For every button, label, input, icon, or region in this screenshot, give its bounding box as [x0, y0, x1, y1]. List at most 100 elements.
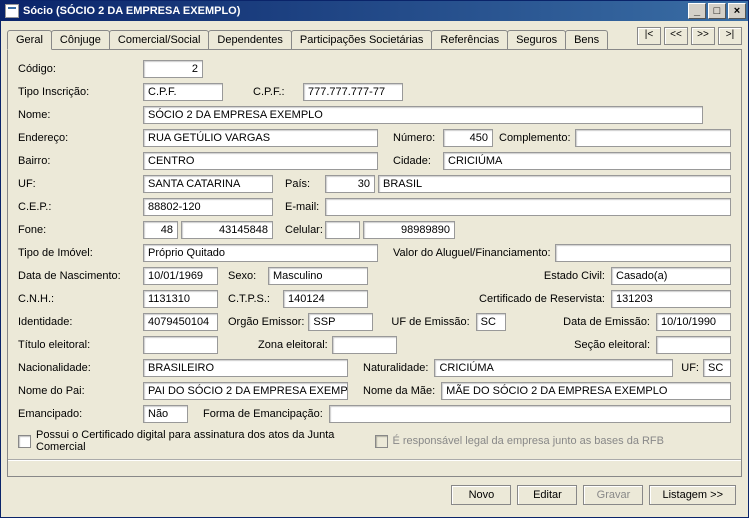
field-naturalidade[interactable]: CRICIÚMA — [434, 359, 673, 377]
tab-geral[interactable]: Geral — [7, 30, 52, 50]
label-pais: País: — [285, 178, 325, 190]
field-ctps[interactable]: 140124 — [283, 290, 368, 308]
label-nome-mae: Nome da Mãe: — [363, 385, 435, 397]
field-uf[interactable]: SANTA CATARINA — [143, 175, 273, 193]
field-cep[interactable]: 88802-120 — [143, 198, 273, 216]
tab-panel-geral: Código: 2 Tipo Inscrição: C.P.F. C.P.F.:… — [7, 49, 742, 477]
tab-bens[interactable]: Bens — [565, 30, 608, 49]
app-icon — [5, 4, 19, 18]
label-cnh: C.N.H.: — [18, 293, 143, 305]
label-forma-emancipacao: Forma de Emancipação: — [203, 408, 323, 420]
field-naturalidade-uf[interactable]: SC — [703, 359, 731, 377]
field-email[interactable] — [325, 198, 731, 216]
field-tipo-imovel[interactable]: Próprio Quitado — [143, 244, 378, 262]
checkbox-responsavel-rfb — [375, 435, 388, 448]
window: Sócio (SÓCIO 2 DA EMPRESA EXEMPLO) _ □ ×… — [0, 0, 749, 518]
field-cidade[interactable]: CRICIÚMA — [443, 152, 731, 170]
label-nome: Nome: — [18, 109, 143, 121]
button-bar: Novo Editar Gravar Listagem >> — [7, 477, 742, 511]
checkbox-certificado-digital[interactable] — [18, 435, 31, 448]
label-cidade: Cidade: — [393, 155, 443, 167]
client-area: Geral Cônjuge Comercial/Social Dependent… — [1, 21, 748, 517]
field-codigo[interactable]: 2 — [143, 60, 203, 78]
nav-first[interactable]: |< — [637, 27, 661, 45]
field-zona-eleitoral[interactable] — [332, 336, 397, 354]
tab-dependentes[interactable]: Dependentes — [208, 30, 291, 49]
field-identidade[interactable]: 4079450104 — [143, 313, 218, 331]
label-data-emissao: Data de Emissão: — [506, 316, 650, 328]
field-cpf[interactable]: 777.777.777-77 — [303, 83, 403, 101]
field-nome-pai[interactable]: PAI DO SÓCIO 2 DA EMPRESA EXEMPLO — [143, 382, 348, 400]
field-data-emissao[interactable]: 10/10/1990 — [656, 313, 731, 331]
field-pais-nome[interactable]: BRASIL — [378, 175, 731, 193]
field-numero[interactable]: 450 — [443, 129, 493, 147]
label-tipo-inscricao: Tipo Inscrição: — [18, 86, 143, 98]
field-orgao-emissor[interactable]: SSP — [308, 313, 373, 331]
nav-prev[interactable]: << — [664, 27, 688, 45]
field-cert-reserv[interactable]: 131203 — [611, 290, 731, 308]
close-button[interactable]: × — [728, 3, 746, 19]
field-fone-num[interactable]: 43145848 — [181, 221, 273, 239]
label-zona-eleitoral: Zona eleitoral: — [258, 339, 328, 351]
field-complemento[interactable] — [575, 129, 731, 147]
field-sexo[interactable]: Masculino — [268, 267, 368, 285]
field-nome[interactable]: SÓCIO 2 DA EMPRESA EXEMPLO — [143, 106, 703, 124]
field-celular-num[interactable]: 98989890 — [363, 221, 455, 239]
field-celular-ddd[interactable] — [325, 221, 360, 239]
field-data-nasc[interactable]: 10/01/1969 — [143, 267, 218, 285]
listagem-button[interactable]: Listagem >> — [649, 485, 736, 505]
field-emancipado[interactable]: Não — [143, 405, 188, 423]
label-orgao-emissor: Orgão Emissor: — [228, 316, 304, 328]
tab-referencias[interactable]: Referências — [431, 30, 508, 49]
label-secao-eleitoral: Seção eleitoral: — [397, 339, 650, 351]
tab-row: Geral Cônjuge Comercial/Social Dependent… — [7, 27, 742, 49]
label-uf: UF: — [18, 178, 143, 190]
label-data-nasc: Data de Nascimento: — [18, 270, 143, 282]
minimize-button[interactable]: _ — [688, 3, 706, 19]
label-fone: Fone: — [18, 224, 143, 236]
tab-conjuge[interactable]: Cônjuge — [51, 30, 110, 49]
field-bairro[interactable]: CENTRO — [143, 152, 378, 170]
tab-seguros[interactable]: Seguros — [507, 30, 566, 49]
titlebar: Sócio (SÓCIO 2 DA EMPRESA EXEMPLO) _ □ × — [1, 1, 748, 21]
field-endereco[interactable]: RUA GETÚLIO VARGAS — [143, 129, 378, 147]
label-cpf: C.P.F.: — [253, 86, 303, 98]
label-uf2: UF: — [681, 362, 699, 374]
label-valor-aluguel: Valor do Aluguel/Financiamento: — [393, 247, 551, 259]
label-check-rfb: É responsável legal da empresa junto as … — [393, 435, 665, 447]
field-uf-emissao[interactable]: SC — [476, 313, 506, 331]
label-estado-civil: Estado Civil: — [368, 270, 605, 282]
editar-button[interactable]: Editar — [517, 485, 577, 505]
maximize-button[interactable]: □ — [708, 3, 726, 19]
label-bairro: Bairro: — [18, 155, 143, 167]
label-check-certificado: Possui o Certificado digital para assina… — [36, 429, 375, 453]
field-cnh[interactable]: 1131310 — [143, 290, 218, 308]
label-cert-reserv: Certificado de Reservista: — [368, 293, 605, 305]
field-titulo-eleitoral[interactable] — [143, 336, 218, 354]
field-nacionalidade[interactable]: BRASILEIRO — [143, 359, 348, 377]
nav-next[interactable]: >> — [691, 27, 715, 45]
field-estado-civil[interactable]: Casado(a) — [611, 267, 731, 285]
label-nacionalidade: Nacionalidade: — [18, 362, 143, 374]
field-secao-eleitoral[interactable] — [656, 336, 731, 354]
label-tipo-imovel: Tipo de Imóvel: — [18, 247, 143, 259]
tab-participacoes[interactable]: Participações Societárias — [291, 30, 433, 49]
field-tipo-inscricao[interactable]: C.P.F. — [143, 83, 223, 101]
label-naturalidade: Naturalidade: — [363, 362, 428, 374]
nav-last[interactable]: >| — [718, 27, 742, 45]
field-valor-aluguel[interactable] — [555, 244, 731, 262]
field-nome-mae[interactable]: MÃE DO SÓCIO 2 DA EMPRESA EXEMPLO — [441, 382, 731, 400]
field-forma-emancipacao[interactable] — [329, 405, 731, 423]
novo-button[interactable]: Novo — [451, 485, 511, 505]
label-emancipado: Emancipado: — [18, 408, 143, 420]
tab-comercial[interactable]: Comercial/Social — [109, 30, 210, 49]
label-numero: Número: — [393, 132, 443, 144]
label-codigo: Código: — [18, 63, 143, 75]
label-endereco: Endereço: — [18, 132, 143, 144]
field-fone-ddd[interactable]: 48 — [143, 221, 178, 239]
label-identidade: Identidade: — [18, 316, 143, 328]
window-title: Sócio (SÓCIO 2 DA EMPRESA EXEMPLO) — [23, 5, 686, 17]
field-pais-cod[interactable]: 30 — [325, 175, 375, 193]
label-cep: C.E.P.: — [18, 201, 143, 213]
label-complemento: Complemento: — [499, 132, 571, 144]
